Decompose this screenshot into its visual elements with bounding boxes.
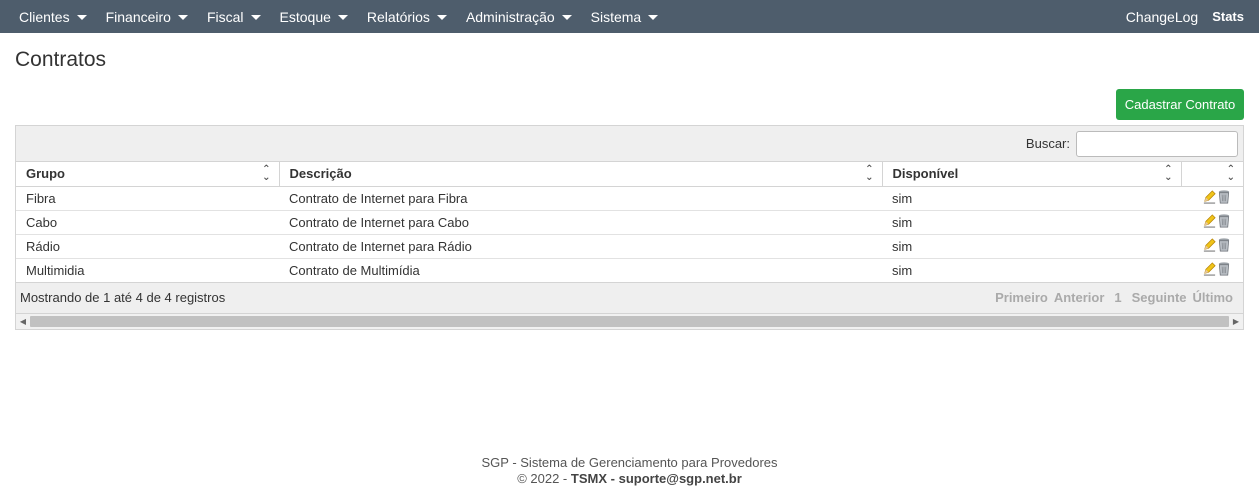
pager-first[interactable]: Primeiro <box>995 290 1048 305</box>
search-label: Buscar: <box>1025 136 1070 151</box>
nav-menu-label: Sistema <box>590 8 642 25</box>
column-header-disponivel[interactable]: Disponível ⌃ ⌄ <box>882 162 1182 187</box>
nav-menu-fiscal[interactable]: Fiscal <box>200 0 268 33</box>
pencil-icon[interactable] <box>1202 261 1217 279</box>
footer-system-name: SGP - Sistema de Gerenciamento para Prov… <box>481 455 778 470</box>
top-navbar: Clientes Financeiro Fiscal Estoque Relat… <box>0 0 1259 33</box>
nav-menu-relatorios[interactable]: Relatórios <box>360 0 454 33</box>
nav-menu-label: Relatórios <box>366 8 430 25</box>
footer-copyright: © 2022 - <box>517 471 568 486</box>
cell-disponivel: sim <box>882 210 1181 235</box>
footer-separator: - <box>610 471 615 486</box>
cell-grupo: Multimidia <box>16 258 279 283</box>
nav-menu-label: Administração <box>465 8 555 25</box>
stats-link[interactable]: Stats <box>1205 9 1251 24</box>
cell-actions <box>1181 234 1243 259</box>
column-header-actions[interactable]: ⌃ ⌄ <box>1181 162 1243 187</box>
trash-icon[interactable] <box>1217 261 1231 279</box>
nav-menu-label: Estoque <box>279 8 331 25</box>
trash-icon[interactable] <box>1217 237 1231 255</box>
table-row: Multimidia Contrato de Multimídia sim <box>16 258 1243 283</box>
cell-descricao: Contrato de Internet para Rádio <box>279 234 882 259</box>
add-contract-button[interactable]: Cadastrar Contrato <box>1116 89 1244 120</box>
cell-grupo: Cabo <box>16 210 279 235</box>
nav-right: ChangeLog Stats <box>1119 0 1251 33</box>
table-info: Mostrando de 1 até 4 de 4 registros <box>20 290 226 305</box>
caret-down-icon <box>76 14 87 20</box>
cell-actions <box>1181 210 1243 235</box>
cell-disponivel: sim <box>882 234 1181 259</box>
pagination: Primeiro Anterior 1 Seguinte Último <box>995 290 1233 305</box>
scroll-left-icon[interactable]: ◀ <box>16 313 30 329</box>
nav-menu-estoque[interactable]: Estoque <box>273 0 355 33</box>
table-row: Fibra Contrato de Internet para Fibra si… <box>16 186 1243 211</box>
sort-icon: ⌃ ⌄ <box>865 163 874 183</box>
nav-menu: Clientes Financeiro Fiscal Estoque Relat… <box>12 0 670 33</box>
footer-company: TSMX <box>570 471 608 486</box>
footer-copyright-line: © 2022 - TSMX - suporte@sgp.net.br <box>0 471 1259 487</box>
table-header-row: Grupo ⌃ ⌄ Descrição ⌃ ⌄ Disponível ⌃ ⌄ ⌃ ⌄ <box>16 162 1243 187</box>
pencil-icon[interactable] <box>1202 237 1217 255</box>
sort-icon: ⌃ ⌄ <box>1226 163 1235 183</box>
nav-menu-label: Clientes <box>19 8 70 25</box>
column-header-label: Descrição <box>289 166 352 182</box>
pencil-icon[interactable] <box>1202 189 1217 207</box>
column-header-label: Grupo <box>26 166 65 182</box>
caret-down-icon <box>648 14 659 20</box>
nav-menu-sistema[interactable]: Sistema <box>584 0 666 33</box>
search-input[interactable] <box>1076 130 1238 157</box>
trash-icon[interactable] <box>1217 189 1231 207</box>
table-row: Rádio Contrato de Internet para Rádio si… <box>16 234 1243 259</box>
nav-menu-label: Financeiro <box>105 8 171 25</box>
pager-prev[interactable]: Anterior <box>1054 290 1105 305</box>
cell-disponivel: sim <box>882 258 1181 283</box>
scrollbar-thumb[interactable] <box>30 315 1229 327</box>
pager-next[interactable]: Seguinte <box>1132 290 1187 305</box>
caret-down-icon <box>561 14 572 20</box>
nav-menu-financeiro[interactable]: Financeiro <box>99 0 195 33</box>
table-footer: Mostrando de 1 até 4 de 4 registros Prim… <box>16 282 1243 313</box>
cell-grupo: Fibra <box>16 186 279 211</box>
caret-down-icon <box>436 14 447 20</box>
page-footer: SGP - Sistema de Gerenciamento para Prov… <box>0 455 1259 487</box>
changelog-link[interactable]: ChangeLog <box>1119 9 1205 25</box>
trash-icon[interactable] <box>1217 213 1231 231</box>
horizontal-scrollbar[interactable]: ◀ ▶ <box>16 312 1243 329</box>
cell-actions <box>1181 186 1243 211</box>
cell-actions <box>1181 258 1243 283</box>
page-title: Contratos <box>15 48 107 71</box>
column-header-label: Disponível <box>892 166 959 182</box>
cell-disponivel: sim <box>882 186 1181 211</box>
column-header-grupo[interactable]: Grupo ⌃ ⌄ <box>16 162 280 187</box>
caret-down-icon <box>337 14 348 20</box>
scroll-right-icon[interactable]: ▶ <box>1229 313 1243 329</box>
cell-descricao: Contrato de Internet para Fibra <box>279 186 882 211</box>
table-toolbar: Buscar: <box>16 126 1243 162</box>
nav-menu-label: Fiscal <box>206 8 244 25</box>
column-header-descricao[interactable]: Descrição ⌃ ⌄ <box>279 162 883 187</box>
nav-menu-administracao[interactable]: Administração <box>459 0 579 33</box>
pencil-icon[interactable] <box>1202 213 1217 231</box>
footer-email[interactable]: suporte@sgp.net.br <box>619 471 742 486</box>
table-row: Cabo Contrato de Internet para Cabo sim <box>16 210 1243 235</box>
sort-icon: ⌃ ⌄ <box>1164 163 1173 183</box>
contracts-table-wrapper: Buscar: Grupo ⌃ ⌄ Descrição ⌃ ⌄ Disponível ⌃ ⌄… <box>15 125 1244 330</box>
nav-menu-clientes[interactable]: Clientes <box>12 0 94 33</box>
caret-down-icon <box>177 14 188 20</box>
cell-descricao: Contrato de Multimídia <box>279 258 882 283</box>
caret-down-icon <box>250 14 261 20</box>
pager-page-1[interactable]: 1 <box>1114 290 1121 305</box>
cell-descricao: Contrato de Internet para Cabo <box>279 210 882 235</box>
pager-last[interactable]: Último <box>1193 290 1233 305</box>
contracts-table: Grupo ⌃ ⌄ Descrição ⌃ ⌄ Disponível ⌃ ⌄ ⌃ ⌄ Fibr… <box>16 162 1243 283</box>
sort-icon: ⌃ ⌄ <box>262 163 271 183</box>
cell-grupo: Rádio <box>16 234 279 259</box>
